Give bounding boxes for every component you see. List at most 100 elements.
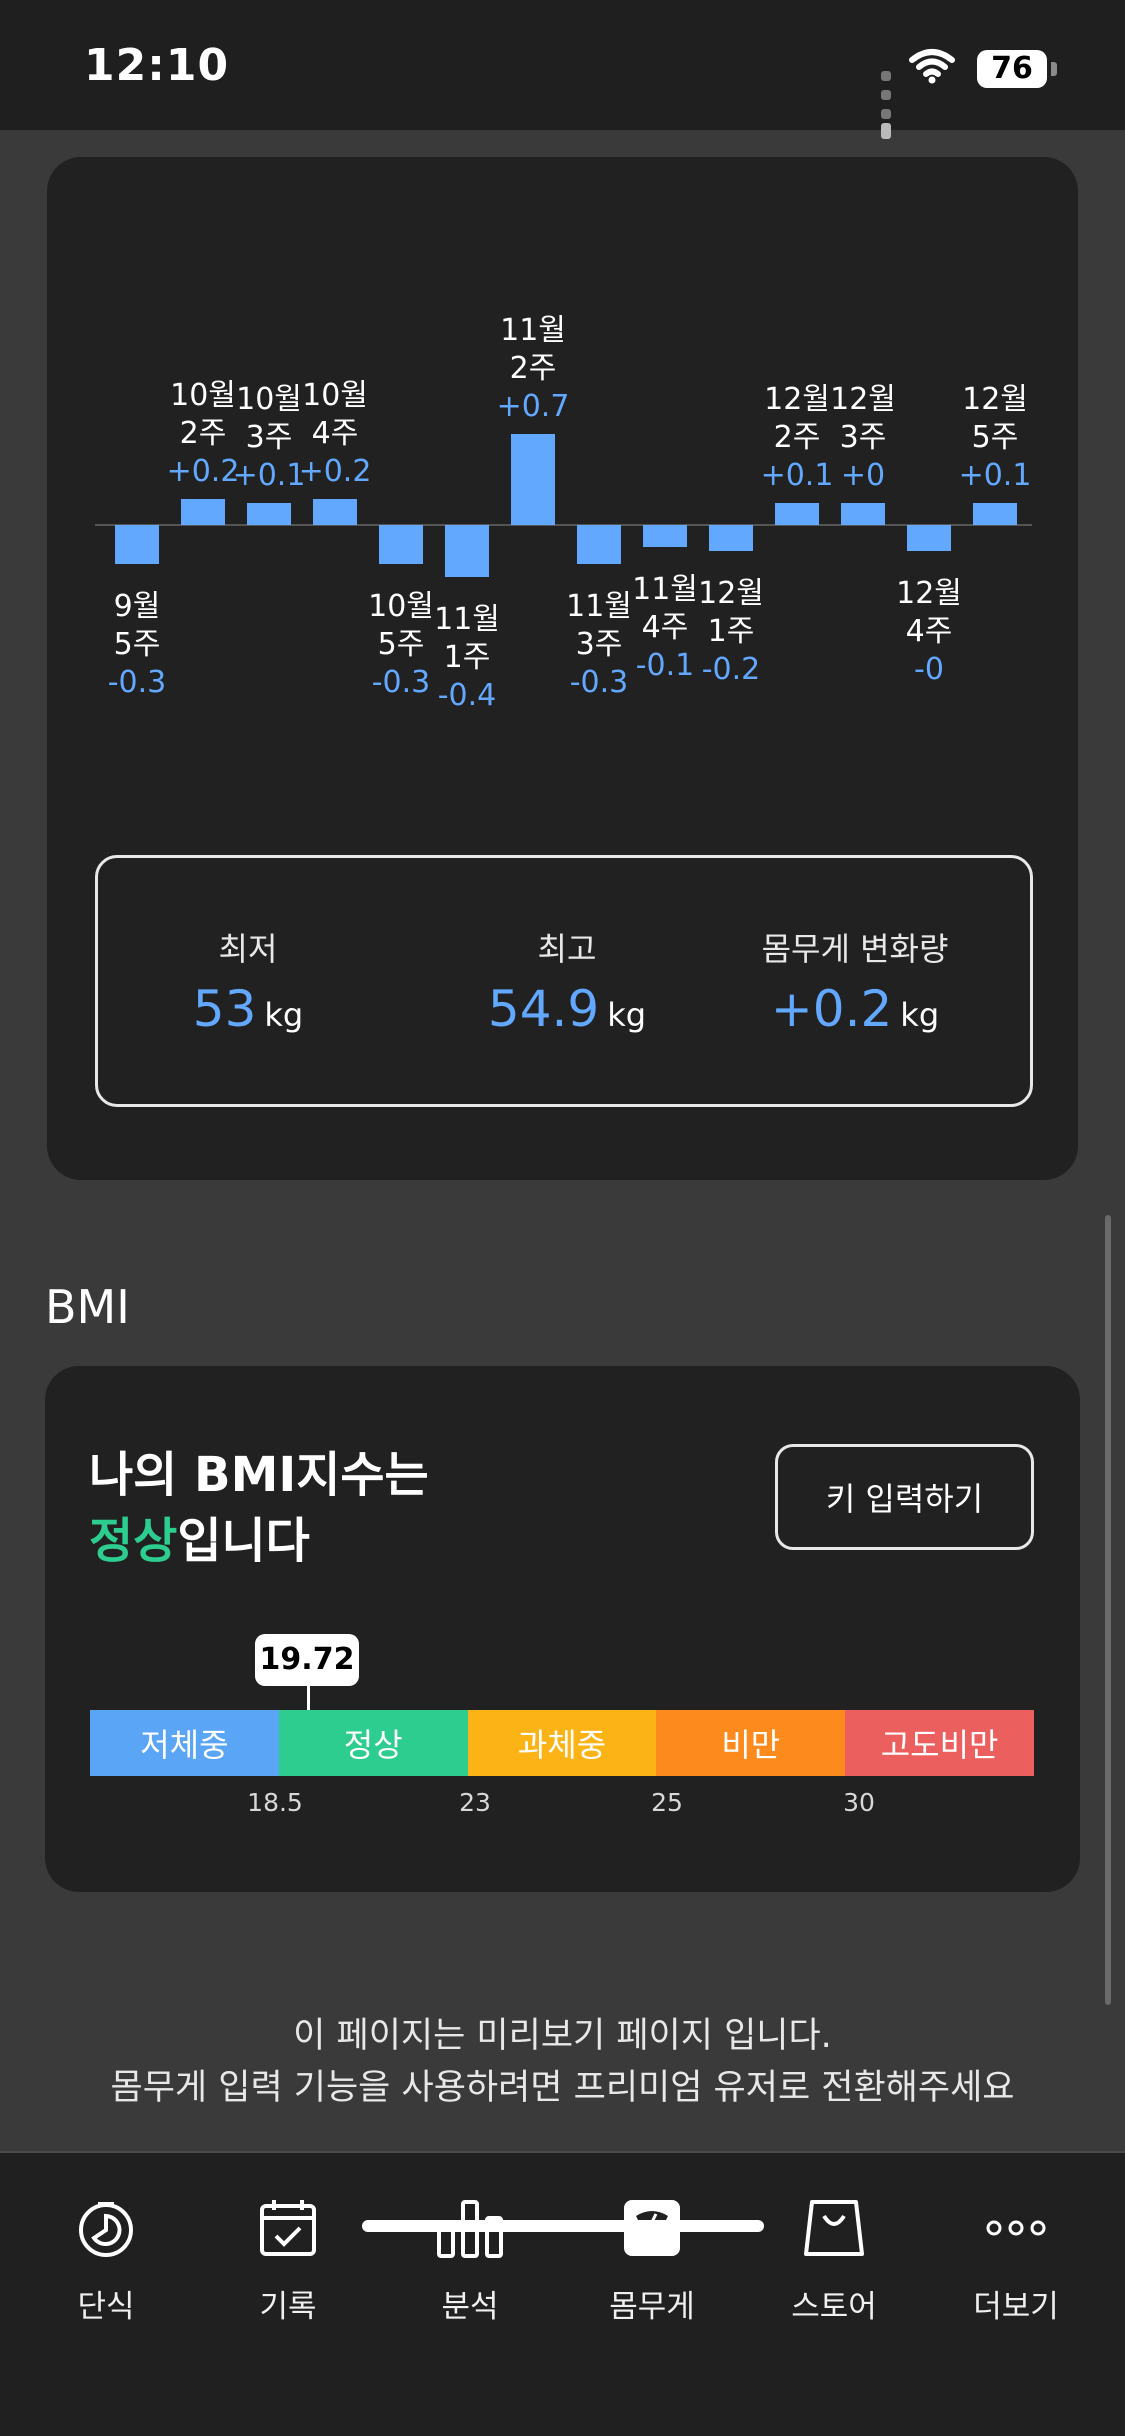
stat-min-unit: kg	[264, 996, 304, 1034]
chart-category-label: 5주	[114, 627, 161, 662]
chart-bar	[247, 503, 291, 525]
tab-label: 단식	[77, 2289, 135, 2325]
bmi-section-title: BMI	[45, 1280, 130, 1334]
chart-value-label: +0	[841, 458, 885, 493]
chart-category-label: 11월	[434, 602, 500, 637]
stat-min: 최저 53 kg	[98, 924, 398, 1038]
bmi-tick-label: 23	[459, 1788, 491, 1817]
home-indicator	[362, 2220, 764, 2232]
bmi-value-marker: 19.72	[255, 1634, 359, 1686]
enter-height-button[interactable]: 키 입력하기	[775, 1444, 1034, 1550]
chart-bar	[775, 503, 819, 525]
status-bar: 12:10 76	[0, 0, 1125, 139]
tab-store[interactable]: 스토어	[744, 2183, 924, 2326]
bmi-segment-obese: 비만	[656, 1710, 846, 1776]
tab-fasting[interactable]: 단식	[16, 2183, 196, 2326]
chart-value-label: -0.1	[636, 648, 695, 683]
chart-category-label: 4주	[312, 416, 359, 451]
tab-label: 몸무게	[609, 2289, 695, 2325]
chart-category-label: 3주	[576, 627, 623, 662]
tab-more[interactable]: 더보기	[926, 2183, 1106, 2326]
chart-bar	[181, 499, 225, 525]
chart-category-label: 4주	[906, 614, 953, 649]
chart-category-label: 10월	[368, 589, 434, 624]
bmi-card: 나의 BMI지수는 정상입니다 키 입력하기 19.72 저체중 정상 과체중 …	[45, 1366, 1080, 1892]
stat-change-unit: kg	[900, 996, 940, 1034]
bmi-status: 정상	[89, 1513, 178, 1569]
chart-bar	[973, 503, 1017, 525]
chart-value-label: +0.1	[761, 458, 834, 493]
tab-record[interactable]: 기록	[198, 2183, 378, 2326]
tab-weight[interactable]: 몸무게	[562, 2183, 742, 2326]
chart-category-label: 4주	[642, 610, 689, 645]
chart-bar	[577, 525, 621, 564]
chart-category-label: 5주	[378, 627, 425, 662]
chart-category-label: 9월	[114, 589, 161, 624]
bmi-tick-label: 30	[843, 1788, 875, 1817]
chart-category-label: 2주	[774, 420, 821, 455]
status-time: 12:10	[84, 40, 230, 91]
bmi-marker-pointer	[307, 1686, 310, 1710]
chart-bar	[709, 525, 753, 551]
stat-change: 몸무게 변화량 +0.2 kg	[705, 924, 1005, 1038]
chart-value-label: +0.2	[167, 454, 240, 489]
stat-max: 최고 54.9 kg	[417, 924, 717, 1038]
chart-value-label: -0.3	[372, 665, 431, 700]
chart-category-label: 10월	[170, 378, 236, 413]
stat-min-value: 53	[192, 980, 257, 1038]
scrollbar[interactable]	[1105, 1215, 1111, 2005]
stat-max-value: 54.9	[487, 980, 600, 1038]
chart-category-label: 2주	[180, 416, 227, 451]
shopping-bag-icon	[744, 2183, 924, 2273]
chart-value-label: -0.4	[438, 678, 497, 713]
chart-bar	[511, 434, 555, 525]
chart-value-label: -0.2	[702, 652, 761, 687]
chart-category-label: 12월	[830, 382, 896, 417]
timer-icon	[16, 2183, 196, 2273]
chart-value-label: +0.7	[497, 389, 570, 424]
chart-value-label: -0	[914, 652, 944, 687]
chart-bar	[643, 525, 687, 547]
chart-category-label: 12월	[896, 576, 962, 611]
battery-tip	[1051, 62, 1057, 76]
stat-min-label: 최저	[218, 930, 278, 968]
chart-bar	[379, 525, 423, 564]
more-dots-icon	[926, 2183, 1106, 2273]
bmi-segment-normal: 정상	[278, 1710, 468, 1776]
bmi-tick-label: 25	[651, 1788, 683, 1817]
bmi-title-line1: 나의 BMI지수는	[89, 1447, 429, 1503]
chart-category-label: 12월	[698, 576, 764, 611]
chart-category-label: 3주	[246, 420, 293, 455]
bmi-segment-underweight: 저체중	[90, 1710, 279, 1776]
preview-notice: 이 페이지는 미리보기 페이지 입니다. 몸무게 입력 기능을 사용하려면 프리…	[0, 2010, 1125, 2114]
chart-bar	[907, 525, 951, 551]
chart-category-label: 10월	[302, 378, 368, 413]
chart-category-label: 11월	[566, 589, 632, 624]
chart-bar	[313, 499, 357, 525]
chart-category-label: 1주	[444, 640, 491, 675]
stat-change-label: 몸무게 변화량	[761, 930, 949, 968]
tab-label: 더보기	[973, 2289, 1059, 2325]
cellular-signal-icon	[881, 66, 895, 143]
chart-bar	[115, 525, 159, 564]
chart-bar	[841, 503, 885, 525]
wifi-icon	[909, 48, 955, 88]
tab-analysis[interactable]: 분석	[380, 2183, 560, 2326]
chart-bar	[445, 525, 489, 577]
chart-category-label: 2주	[510, 351, 557, 386]
bmi-tick-label: 18.5	[247, 1788, 303, 1817]
notice-line1: 이 페이지는 미리보기 페이지 입니다.	[293, 2016, 832, 2056]
chart-category-label: 11월	[500, 313, 566, 348]
calendar-check-icon	[198, 2183, 378, 2273]
tab-label: 스토어	[791, 2289, 877, 2325]
chart-value-label: -0.3	[570, 665, 629, 700]
chart-value-label: +0.1	[959, 458, 1032, 493]
stat-max-label: 최고	[537, 930, 597, 968]
chart-category-label: 12월	[962, 382, 1028, 417]
chart-category-label: 3주	[840, 420, 887, 455]
bmi-title-suffix: 입니다	[177, 1513, 310, 1569]
bottom-tab-bar: 단식 기록 분석 몸무게 스토어 더보기	[0, 2151, 1125, 2436]
bmi-scale-bar: 저체중 정상 과체중 비만 고도비만	[90, 1710, 1034, 1776]
chart-value-label: +0.1	[233, 458, 306, 493]
bmi-segment-overweight: 과체중	[467, 1710, 657, 1776]
